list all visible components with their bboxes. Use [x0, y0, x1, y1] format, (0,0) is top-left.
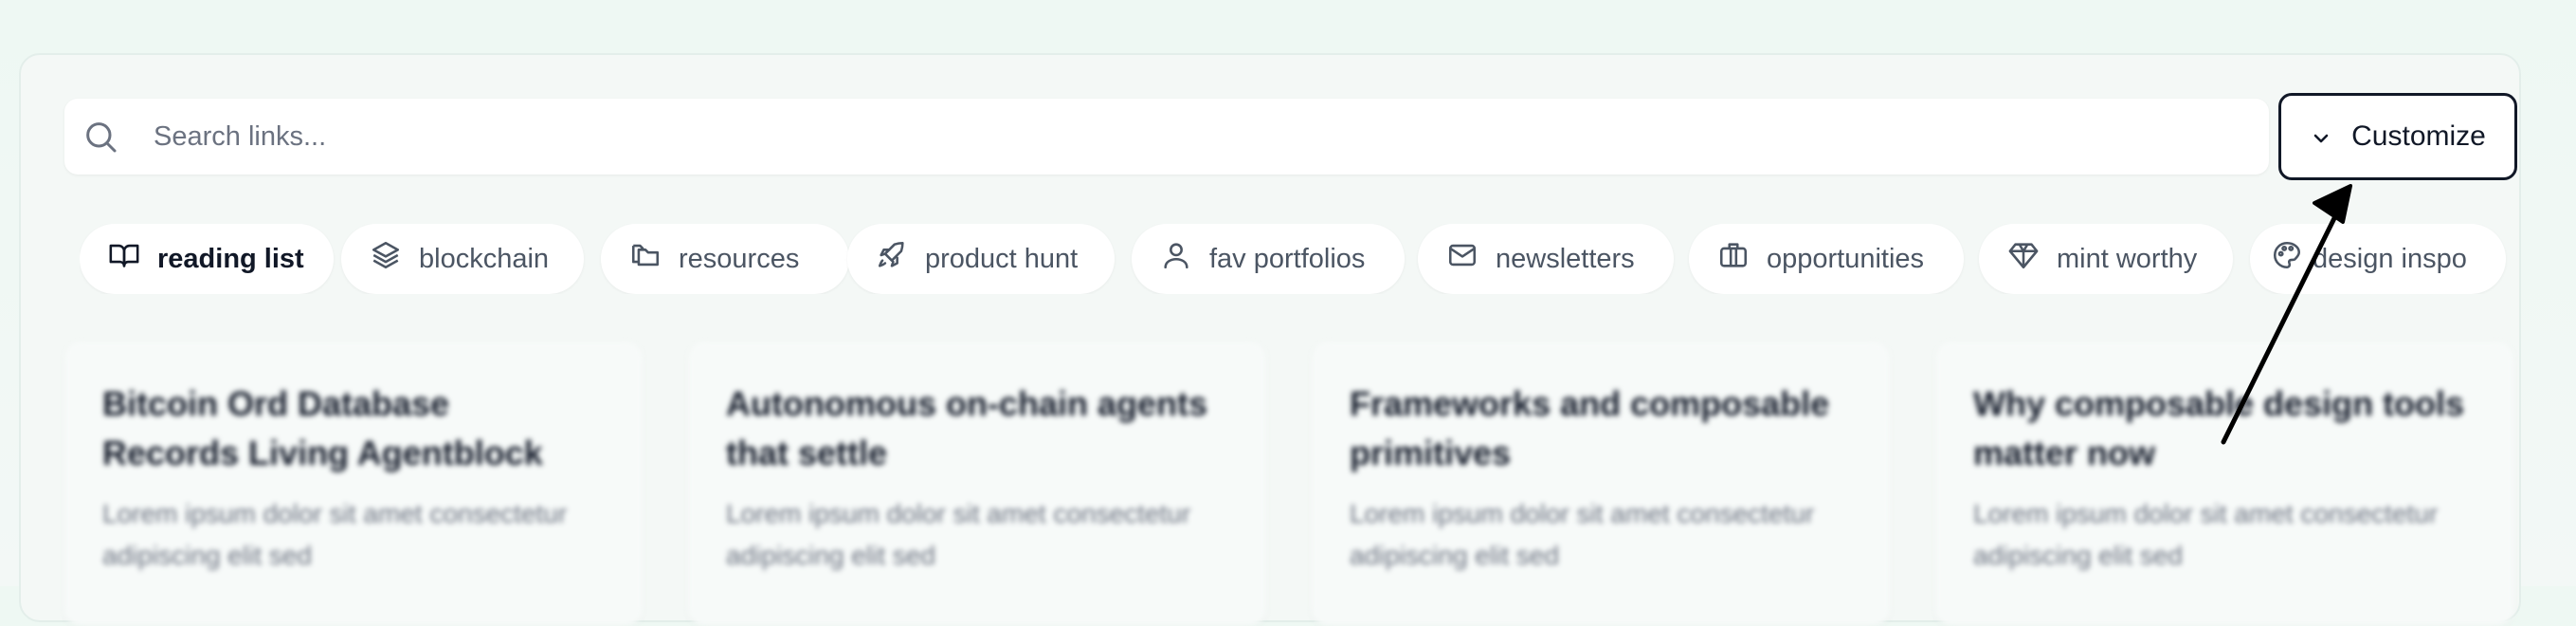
rocket-icon	[876, 239, 908, 279]
link-cards: Bitcoin Ord Database Records Living Agen…	[64, 341, 2529, 626]
chip-label: mint worthy	[2057, 243, 2198, 274]
chevron-down-icon	[2310, 125, 2332, 148]
card-description: Lorem ipsum dolor sit amet consectetur a…	[102, 499, 568, 570]
category-chips: reading list blockchain resources produc…	[80, 224, 2521, 294]
chip-label: reading list	[157, 243, 304, 274]
user-icon	[1160, 239, 1192, 279]
chip-reading-list[interactable]: reading list	[80, 224, 334, 294]
chip-label: product hunt	[925, 243, 1079, 274]
mail-icon	[1446, 239, 1478, 279]
chip-label: design inspo	[2313, 243, 2467, 274]
folders-icon	[629, 239, 662, 279]
card-title: Why composable design tools matter now	[1973, 384, 2465, 472]
chip-opportunities[interactable]: opportunities	[1689, 224, 1964, 294]
chip-label: newsletters	[1496, 243, 1635, 274]
card-description: Lorem ipsum dolor sit amet consectetur a…	[1973, 499, 2439, 570]
card-title: Bitcoin Ord Database Records Living Agen…	[102, 384, 543, 472]
chip-label: fav portfolios	[1209, 243, 1366, 274]
briefcase-icon	[1717, 239, 1750, 279]
chip-fav-portfolios[interactable]: fav portfolios	[1132, 224, 1405, 294]
chip-design-inspo[interactable]: design inspo	[2250, 224, 2506, 294]
chip-resources[interactable]: resources	[601, 224, 849, 294]
card-description: Lorem ipsum dolor sit amet consectetur a…	[1350, 499, 1815, 570]
link-card[interactable]: Why composable design tools matter now L…	[1935, 341, 2513, 626]
card-description: Lorem ipsum dolor sit amet consectetur a…	[726, 499, 1191, 570]
customize-button[interactable]: Customize	[2278, 93, 2517, 180]
search-input[interactable]	[154, 112, 2239, 161]
chip-label: blockchain	[419, 243, 550, 274]
gem-icon	[2007, 239, 2040, 279]
chip-product-hunt[interactable]: product hunt	[847, 224, 1115, 294]
link-card[interactable]: Frameworks and composable primitives Lor…	[1312, 341, 1890, 626]
palette-icon	[2271, 239, 2303, 279]
link-card[interactable]: Autonomous on-chain agents that settle L…	[688, 341, 1266, 626]
chip-label: opportunities	[1767, 243, 1925, 274]
layers-icon	[370, 239, 402, 279]
card-title: Frameworks and composable primitives	[1350, 384, 1830, 472]
link-card[interactable]: Bitcoin Ord Database Records Living Agen…	[64, 341, 643, 626]
customize-label: Customize	[2351, 120, 2486, 152]
book-open-icon	[108, 239, 140, 279]
search-icon	[82, 118, 119, 156]
chip-mint-worthy[interactable]: mint worthy	[1979, 224, 2233, 294]
chip-blockchain[interactable]: blockchain	[341, 224, 584, 294]
chip-label: resources	[679, 243, 800, 274]
card-title: Autonomous on-chain agents that settle	[726, 384, 1207, 472]
search-bar[interactable]	[64, 99, 2269, 175]
chip-newsletters[interactable]: newsletters	[1418, 224, 1674, 294]
